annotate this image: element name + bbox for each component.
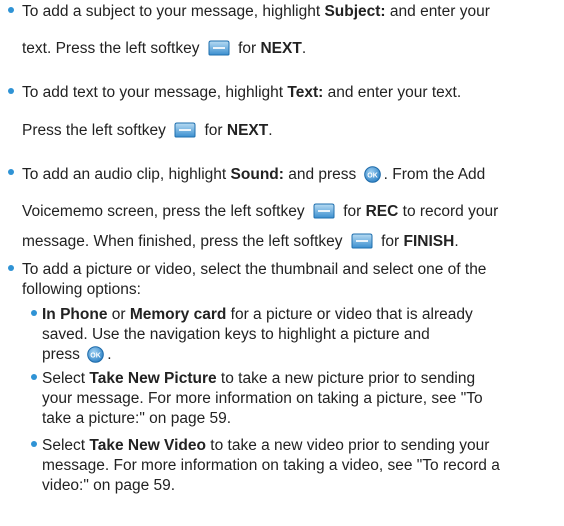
bullet-icon: [8, 169, 14, 175]
text-segment: Select: [42, 437, 90, 454]
text-line: To add a subject to your message, highli…: [22, 2, 490, 22]
bullet-icon: [31, 310, 37, 316]
text-line: following options:: [22, 280, 141, 300]
text-segment: To add text to your message, highlight: [22, 84, 288, 101]
bullet-icon: [8, 265, 14, 271]
bold-term: FINISH: [403, 233, 455, 250]
bullet-icon: [8, 7, 14, 13]
text-segment: to record your: [398, 203, 499, 220]
text-segment: message. For more information on taking …: [42, 457, 500, 474]
text-segment: for: [233, 40, 261, 57]
text-segment: To add a subject to your message, highli…: [22, 3, 325, 20]
text-segment: .: [107, 346, 112, 363]
text-segment: message. When finished, press the left s…: [22, 233, 347, 250]
text-segment: to take a new video prior to sending you…: [205, 437, 490, 454]
text-segment: take a picture:" on page 59.: [42, 410, 232, 427]
text-segment: for: [338, 203, 366, 220]
text-segment: Press the left softkey: [22, 122, 171, 139]
bold-term: Memory card: [129, 306, 227, 323]
text-segment: text. Press the left softkey: [22, 40, 204, 57]
ok-button-icon: OK: [87, 346, 105, 363]
text-segment: for a picture or video that is already: [226, 306, 473, 323]
text-segment: Select: [42, 370, 90, 387]
text-segment: your message. For more information on ta…: [42, 390, 483, 407]
text-line: video:" on page 59.: [42, 476, 175, 496]
bold-term: NEXT: [226, 122, 269, 139]
softkey-icon: [351, 233, 373, 249]
bold-term: Sound:: [230, 166, 284, 183]
text-segment: video:" on page 59.: [42, 477, 176, 494]
text-segment: following options:: [22, 281, 141, 298]
bullet-icon: [8, 88, 14, 94]
text-line: To add text to your message, highlight T…: [22, 83, 461, 103]
text-segment: for: [200, 122, 227, 139]
text-line: Voicememo screen, press the left softkey…: [22, 202, 498, 222]
text-line: Select Take New Video to take a new vide…: [42, 436, 489, 456]
softkey-icon: [208, 40, 230, 56]
text-segment: press: [42, 346, 85, 363]
text-line: Select Take New Picture to take a new pi…: [42, 369, 475, 389]
text-segment: and enter your: [385, 3, 490, 20]
text-segment: and press: [283, 166, 361, 183]
bold-term: Take New Picture: [89, 370, 217, 387]
bold-term: In Phone: [42, 306, 108, 323]
text-line: your message. For more information on ta…: [42, 389, 483, 409]
text-segment: . From the Add: [383, 166, 486, 183]
svg-text:OK: OK: [90, 352, 101, 359]
text-segment: .: [268, 122, 273, 139]
text-segment: and enter your text.: [323, 84, 462, 101]
softkey-icon: [313, 203, 335, 219]
bullet-icon: [31, 441, 37, 447]
text-line: To add a picture or video, select the th…: [22, 260, 486, 280]
text-segment: .: [454, 233, 459, 250]
bold-term: Text:: [287, 84, 324, 101]
text-line: In Phone or Memory card for a picture or…: [42, 305, 473, 325]
text-segment: for: [376, 233, 404, 250]
svg-text:OK: OK: [367, 172, 378, 179]
text-segment: or: [107, 306, 130, 323]
text-line: To add an audio clip, highlight Sound: a…: [22, 165, 485, 185]
text-segment: saved. Use the navigation keys to highli…: [42, 326, 430, 343]
text-segment: Voicememo screen, press the left softkey: [22, 203, 309, 220]
text-line: take a picture:" on page 59.: [42, 409, 231, 429]
bold-term: NEXT: [260, 40, 302, 57]
text-segment: .: [301, 40, 307, 57]
softkey-icon: [174, 122, 196, 138]
text-line: message. When finished, press the left s…: [22, 232, 459, 252]
text-line: saved. Use the navigation keys to highli…: [42, 325, 430, 345]
bold-term: Subject:: [324, 3, 386, 20]
text-segment: To add a picture or video, select the th…: [22, 261, 487, 278]
text-segment: To add an audio clip, highlight: [22, 166, 231, 183]
bold-term: Take New Video: [89, 437, 206, 454]
text-line: text. Press the left softkey for NEXT.: [22, 39, 306, 59]
ok-button-icon: OK: [363, 166, 381, 183]
text-line: Press the left softkey for NEXT.: [22, 121, 273, 141]
text-segment: to take a new picture prior to sending: [216, 370, 476, 387]
text-line: message. For more information on taking …: [42, 456, 500, 476]
bullet-icon: [31, 374, 37, 380]
text-line: press OK.: [42, 345, 112, 365]
bold-term: REC: [365, 203, 399, 220]
